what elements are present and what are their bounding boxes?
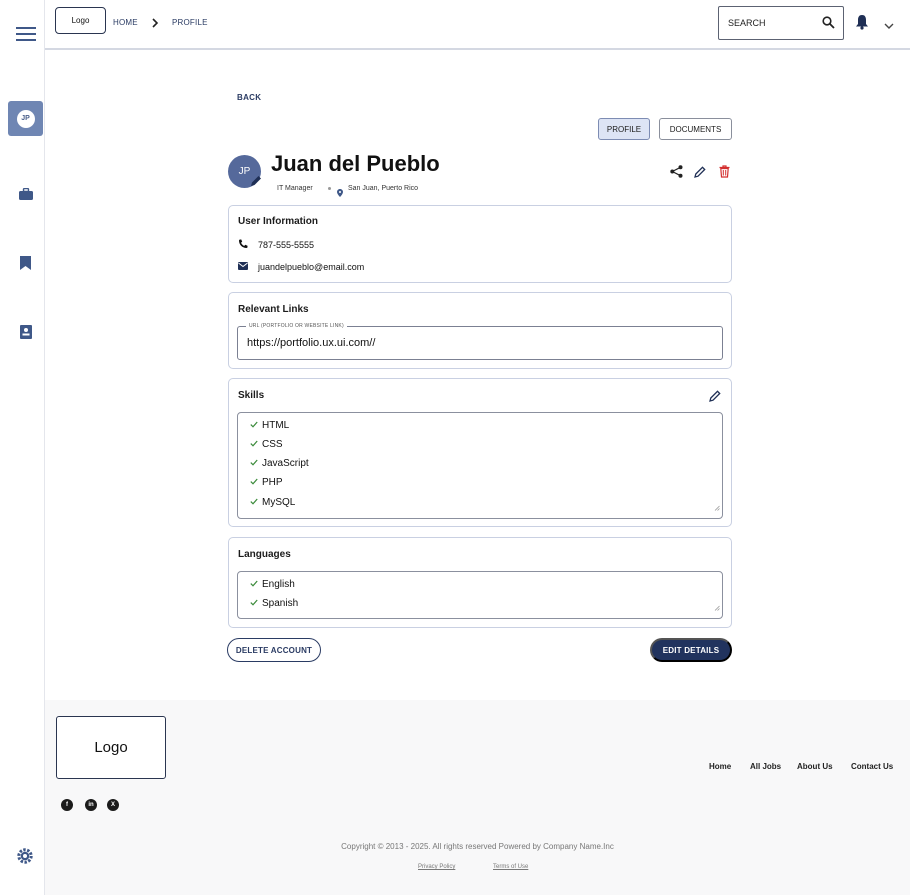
phone-icon <box>238 239 248 251</box>
notification-bell-icon[interactable] <box>855 14 869 35</box>
check-icon <box>250 497 258 508</box>
app-root: JP Logo HOME PROFILE SEARCH BACK PROFILE… <box>0 0 910 895</box>
skills-heading: Skills <box>238 390 265 401</box>
share-icon[interactable] <box>670 165 683 183</box>
skill-javascript: JavaScript <box>262 458 309 469</box>
list-item: CSS <box>250 439 283 450</box>
privacy-policy-link[interactable]: Privacy Policy <box>418 864 455 870</box>
email-row: juandelpueblo@email.com <box>238 262 364 272</box>
user-information-heading: User Information <box>238 216 319 227</box>
search-input[interactable]: SEARCH <box>718 6 844 40</box>
linkedin-icon[interactable]: in <box>85 799 97 811</box>
search-icon[interactable] <box>822 16 835 31</box>
delete-trash-icon[interactable] <box>719 165 730 183</box>
portfolio-url-field[interactable]: URL (PORTFOLIO OR WEBSITE LINK) https://… <box>237 323 723 360</box>
sidebar: JP <box>0 0 45 895</box>
footer-link-about-us[interactable]: About Us <box>797 762 833 771</box>
list-item: MySQL <box>250 497 295 508</box>
terms-of-use-link[interactable]: Terms of Use <box>493 864 528 870</box>
tab-profile[interactable]: PROFILE <box>598 118 650 140</box>
footer-link-home[interactable]: Home <box>709 762 731 771</box>
back-link[interactable]: BACK <box>237 93 261 102</box>
profile-location: San Juan, Puerto Rico <box>348 185 419 192</box>
check-icon <box>250 458 258 469</box>
check-icon <box>250 420 258 431</box>
search-label: SEARCH <box>728 18 766 28</box>
languages-heading: Languages <box>238 549 291 560</box>
footer-link-contact-us[interactable]: Contact Us <box>851 762 893 771</box>
bookmark-icon[interactable] <box>8 245 43 280</box>
edit-details-button[interactable]: EDIT DETAILS <box>650 638 732 662</box>
resize-handle-icon[interactable] <box>714 598 720 616</box>
footer: Logo Home All Jobs About Us Contact Us f… <box>45 700 910 895</box>
tab-documents[interactable]: DOCUMENTS <box>659 118 732 140</box>
language-english: English <box>262 579 295 590</box>
check-icon <box>250 598 258 609</box>
skill-html: HTML <box>262 420 290 431</box>
skills-list[interactable]: HTML CSS JavaScript PHP MySQL <box>237 412 723 519</box>
footer-link-all-jobs[interactable]: All Jobs <box>750 762 781 771</box>
top-header: Logo HOME PROFILE SEARCH <box>45 0 910 50</box>
email-icon <box>238 262 248 272</box>
profile-name: Juan del Pueblo <box>271 151 440 176</box>
hamburger-menu-icon[interactable] <box>8 16 43 51</box>
check-icon <box>250 477 258 488</box>
relevant-links-heading: Relevant Links <box>238 304 309 315</box>
languages-list[interactable]: English Spanish <box>237 571 723 619</box>
skill-php: PHP <box>262 477 283 488</box>
list-item: JavaScript <box>250 458 309 469</box>
breadcrumb-home[interactable]: HOME <box>113 18 138 27</box>
chevron-right-icon <box>151 15 159 33</box>
user-information-card: User Information 787-555-5555 juandelpue… <box>228 205 732 283</box>
separator-dot <box>328 187 331 190</box>
list-item: English <box>250 579 295 590</box>
resize-handle-icon[interactable] <box>714 498 720 516</box>
chevron-down-icon[interactable] <box>884 17 894 35</box>
contact-card-icon[interactable] <box>8 314 43 349</box>
breadcrumb-current: PROFILE <box>172 18 208 27</box>
edit-skills-pencil-icon[interactable] <box>709 389 721 407</box>
footer-logo[interactable]: Logo <box>56 716 166 779</box>
languages-card: Languages English Spanish <box>228 537 732 628</box>
location-pin-icon <box>337 184 343 202</box>
sidebar-avatar: JP <box>16 109 35 128</box>
skills-card: Skills HTML CSS JavaScript PHP MySQL <box>228 378 732 527</box>
sidebar-item-profile[interactable]: JP <box>8 101 43 136</box>
x-twitter-icon[interactable]: X <box>107 799 119 811</box>
list-item: HTML <box>250 420 289 431</box>
briefcase-icon[interactable] <box>8 176 43 211</box>
list-item: PHP <box>250 477 283 488</box>
copyright-text: Copyright © 2013 - 2025. All rights rese… <box>341 842 614 851</box>
check-icon <box>250 439 258 450</box>
language-spanish: Spanish <box>262 598 299 609</box>
edit-pencil-icon[interactable] <box>694 165 706 183</box>
list-item: Spanish <box>250 598 298 609</box>
skill-css: CSS <box>262 439 283 450</box>
gear-icon[interactable] <box>17 848 33 869</box>
skill-mysql: MySQL <box>262 497 296 508</box>
delete-account-button[interactable]: DELETE ACCOUNT <box>227 638 321 662</box>
phone-number: 787-555-5555 <box>258 240 315 250</box>
header-logo[interactable]: Logo <box>55 7 106 34</box>
edit-avatar-pencil-icon[interactable] <box>249 174 263 193</box>
profile-title: IT Manager <box>277 185 313 192</box>
facebook-icon[interactable]: f <box>61 799 73 811</box>
portfolio-url-label: URL (PORTFOLIO OR WEBSITE LINK) <box>246 323 347 329</box>
relevant-links-card: Relevant Links URL (PORTFOLIO OR WEBSITE… <box>228 292 732 369</box>
email-address: juandelpueblo@email.com <box>258 262 365 272</box>
phone-row: 787-555-5555 <box>238 239 314 251</box>
check-icon <box>250 579 258 590</box>
portfolio-url-value: https://portfolio.ux.ui.com// <box>247 337 376 349</box>
